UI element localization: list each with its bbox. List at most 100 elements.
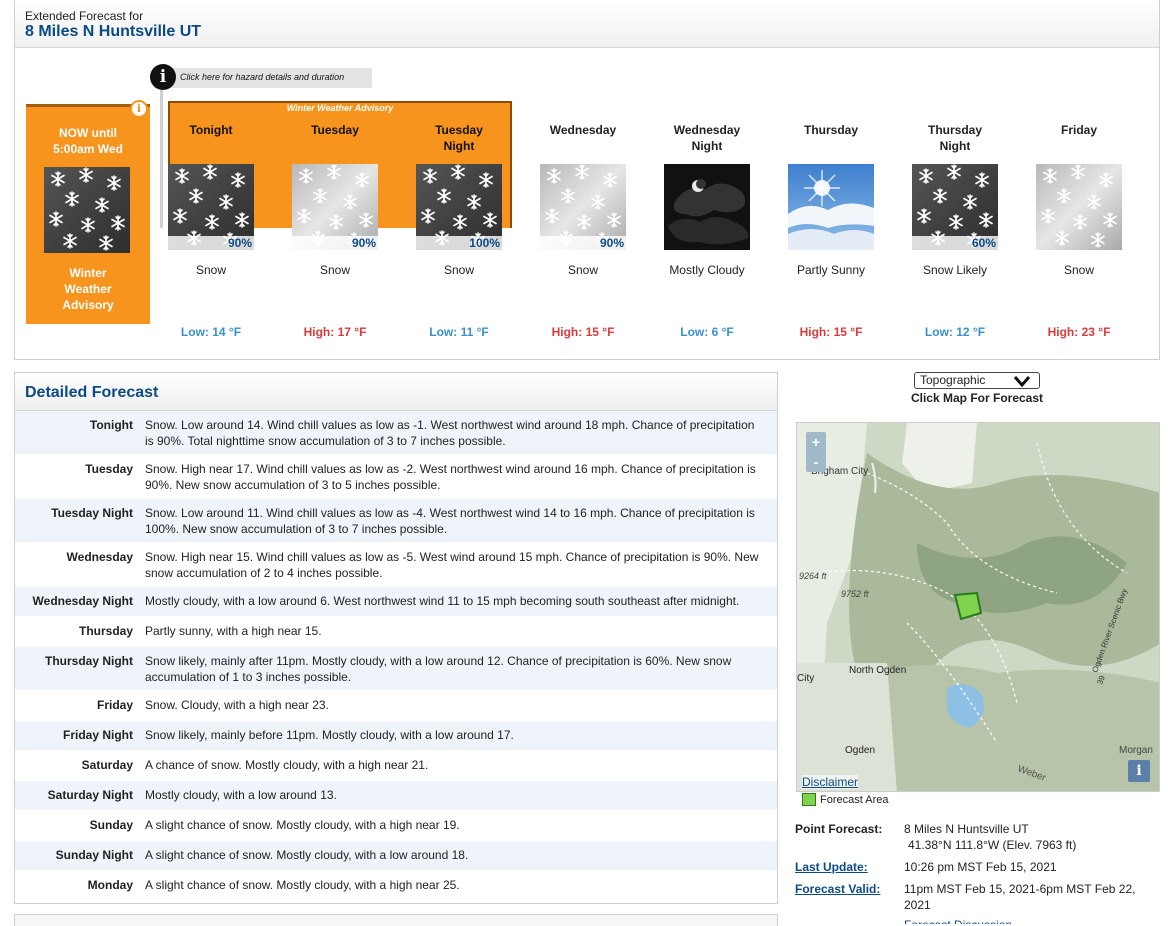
detailed-forecast-row: Sunday Night A slight chance of snow. Mos… [15, 841, 777, 871]
detailed-forecast-panel: Detailed Forecast Tonight Snow. Low aroun… [14, 372, 778, 904]
detailed-forecast-row: Sunday A slight chance of snow. Mostly cl… [15, 811, 777, 841]
detailed-forecast-row: Friday Snow. Cloudy, with a high near 23. [15, 691, 777, 721]
map-label-morgan: Morgan [1119, 745, 1153, 756]
period-name: Friday [1060, 123, 1097, 137]
detailed-forecast-row: Tonight Snow. Low around 14. Wind chill v… [15, 411, 777, 455]
forecast-period[interactable]: Wednesday Night Mostly Cloudy [645, 122, 769, 292]
detailed-period-label: Tuesday Night [51, 506, 133, 520]
hazard-details-link[interactable]: Click here for hazard details and durati… [154, 68, 372, 88]
detailed-period-text: Snow. Low around 14. Wind chill values a… [145, 418, 755, 448]
forecast-period[interactable]: Wednesday 90% Snow [521, 122, 645, 292]
zoom-in-button[interactable]: + [806, 432, 826, 452]
detailed-forecast-row: Thursday Night Snow likely, mainly after … [15, 647, 777, 691]
map-info-icon[interactable]: i [1128, 760, 1150, 782]
detailed-period-label: Thursday [78, 624, 133, 638]
detailed-period-label: Sunday Night [55, 848, 133, 862]
forecast-area-legend: Forecast Area [820, 794, 889, 806]
short-forecast: Snow [1063, 263, 1095, 277]
detailed-forecast-row: Saturday Night Mostly cloudy, with a low … [15, 781, 777, 811]
short-forecast: Partly Sunny [796, 263, 866, 277]
detailed-period-text: Snow. High near 17. Wind chill values as… [145, 462, 756, 492]
snow-dark-icon: 100% [416, 164, 502, 250]
forecast-period[interactable]: Tuesday Night 100% Snow [397, 122, 521, 292]
detailed-period-label: Monday [87, 878, 133, 892]
forecast-period[interactable]: Tonight 90% Snow [149, 122, 273, 292]
map-label-elev2: 9752 ft [841, 589, 869, 599]
low-temperature: Low: 6 °F [680, 325, 734, 339]
detailed-period-text: Mostly cloudy, with a low around 6. West… [145, 594, 740, 608]
period-name: Wednesday [549, 123, 617, 137]
map-caption: Click Map For Forecast [910, 391, 1044, 405]
period-name: Tonight [189, 123, 233, 137]
forecast-valid-link[interactable]: Forecast Valid: [795, 881, 880, 897]
period-name: Thursday Night [927, 123, 982, 153]
map-type-value: Topographic [920, 373, 986, 387]
detailed-forecast-row: Monday A slight chance of snow. Mostly cl… [15, 871, 777, 901]
detailed-period-text: Partly sunny, with a high near 15. [145, 624, 322, 638]
detailed-period-label: Tuesday [85, 462, 133, 476]
map-type-select[interactable]: Topographic [914, 372, 1040, 389]
snow-light-icon: 90% [540, 164, 626, 250]
detailed-period-label: Sunday [89, 818, 133, 832]
low-temperature: Low: 12 °F [924, 325, 986, 339]
now-until-label: NOW until 5:00am Wed [53, 126, 123, 156]
period-name: Wednesday Night [673, 123, 741, 153]
map-label-city: City [797, 673, 814, 684]
high-temperature: High: 17 °F [303, 325, 367, 339]
detailed-period-label: Friday Night [62, 728, 133, 742]
detailed-forecast-list: Tonight Snow. Low around 14. Wind chill v… [15, 411, 777, 901]
high-temperature: High: 23 °F [1047, 325, 1111, 339]
period-name: Thursday [803, 123, 858, 137]
snow-light-icon [1036, 164, 1122, 250]
low-temperature: Low: 11 °F [429, 325, 489, 339]
detailed-period-text: Mostly cloudy, with a low around 13. [145, 788, 337, 802]
forecast-period[interactable]: Thursday Partly Sunny [769, 122, 893, 292]
detailed-period-label: Wednesday [66, 550, 133, 564]
forecast-period[interactable]: Friday Snow [1017, 122, 1141, 292]
short-forecast: Snow Likely [922, 263, 988, 277]
night-cloudy-icon [664, 164, 750, 250]
next-panel-edge [14, 914, 778, 926]
detailed-period-label: Tonight [89, 418, 133, 432]
map-label-elev1: 9264 ft [799, 571, 827, 581]
snow-light-icon: 90% [292, 164, 378, 250]
detailed-period-text: A slight chance of snow. Mostly cloudy, … [145, 848, 469, 862]
snow-dark-icon: 60% [912, 164, 998, 250]
forecast-valid-value: 11pm MST Feb 15, 2021-6pm MST Feb 22, 20… [904, 882, 1136, 912]
detailed-period-text: A slight chance of snow. Mostly cloudy, … [145, 818, 460, 832]
forecast-period[interactable]: Tuesday 90% Snow [273, 122, 397, 292]
disclaimer-link[interactable]: Disclaimer [802, 775, 859, 789]
detailed-period-text: Snow. Low around 11. Wind chill values a… [145, 506, 755, 536]
period-name: Tuesday [311, 123, 359, 137]
last-update-link[interactable]: Last Update: [795, 859, 868, 875]
topographic-map-image[interactable]: Brigham City 9264 ft 9752 ft North Ogden… [797, 423, 1160, 792]
forecast-period[interactable]: Thursday Night 60% Snow Likely [893, 122, 1017, 292]
detailed-forecast-row: Friday Night Snow likely, mainly before 1… [15, 721, 777, 751]
detailed-forecast-header: Detailed Forecast [15, 373, 777, 411]
chevron-down-icon [1013, 376, 1031, 388]
forecast-map[interactable]: Brigham City 9264 ft 9752 ft North Ogden… [796, 422, 1160, 792]
detailed-period-text: A chance of snow. Mostly cloudy, with a … [145, 758, 429, 772]
point-forecast-location: 8 Miles N Huntsville UT [904, 822, 1029, 836]
now-advisory-box[interactable]: NOW until 5:00am Wed Winter Weather Advisor… [26, 104, 150, 324]
detailed-period-text: Snow. Cloudy, with a high near 23. [145, 698, 329, 712]
detailed-forecast-row: Saturday A chance of snow. Mostly cloudy,… [15, 751, 777, 781]
short-forecast: Snow [567, 263, 599, 277]
zoom-out-button[interactable]: - [806, 452, 826, 472]
short-forecast: Snow [319, 263, 351, 277]
precip-chance: 90% [168, 236, 254, 250]
period-name: Tuesday Night [435, 123, 483, 153]
snow-dark-icon [44, 167, 130, 253]
now-info-icon[interactable]: i [130, 100, 148, 118]
forecast-discussion-link[interactable]: Forecast Discussion [904, 917, 1012, 924]
now-advisory-label: Winter Weather Advisory [62, 266, 114, 312]
detailed-period-text: Snow. High near 15. Wind chill values as… [145, 550, 759, 580]
high-temperature: High: 15 °F [799, 325, 863, 339]
short-forecast: Mostly Cloudy [669, 263, 745, 277]
forecast-location-title: 8 Miles N Huntsville UT [25, 23, 202, 40]
detailed-period-label: Friday [96, 698, 133, 712]
precip-chance: 60% [912, 236, 998, 250]
precip-chance: 90% [540, 236, 626, 250]
hazard-info-icon[interactable]: i [150, 64, 176, 90]
detailed-period-text: A slight chance of snow. Mostly cloudy, … [145, 878, 460, 892]
